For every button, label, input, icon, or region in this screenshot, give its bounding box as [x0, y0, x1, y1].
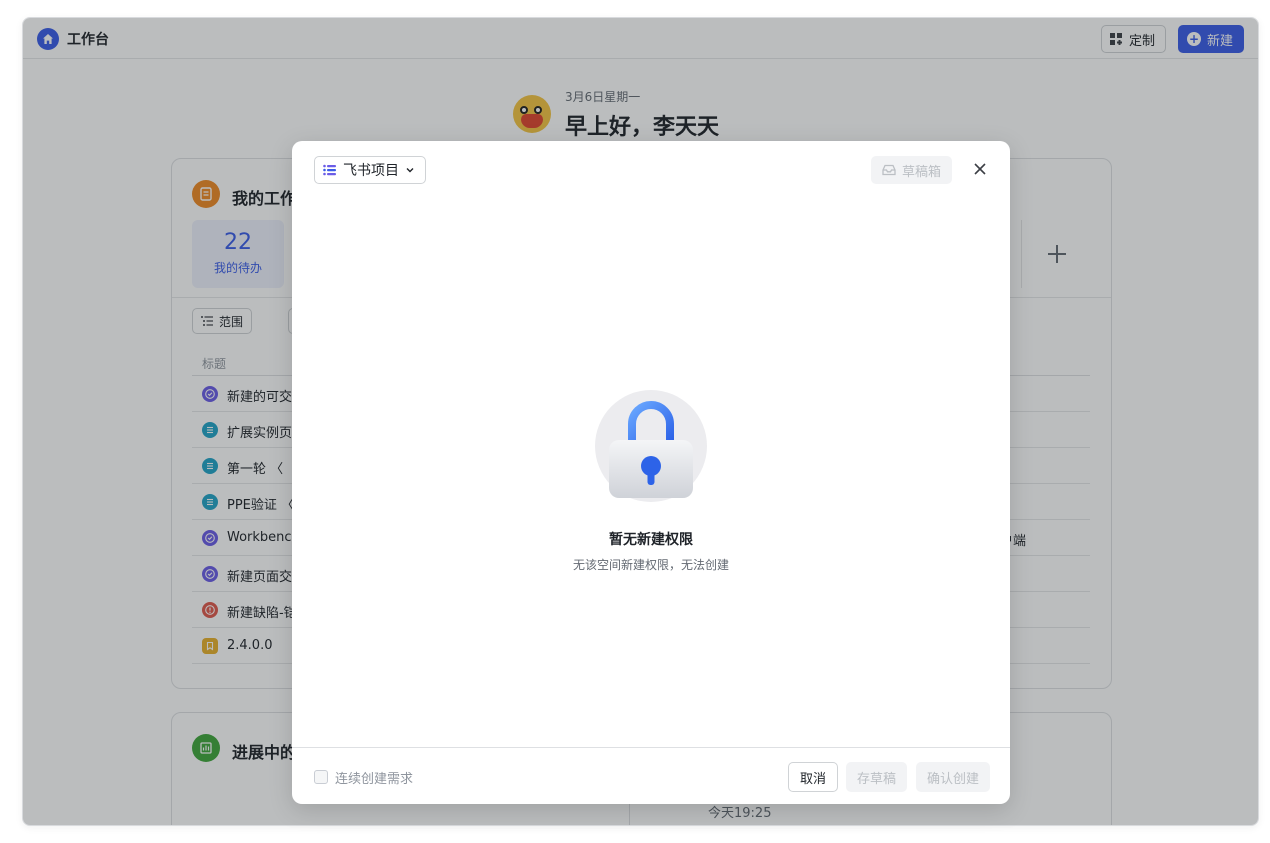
project-label: 飞书项目 [343, 163, 399, 179]
dialog-footer: 连续创建需求 取消 存草稿 确认创建 [292, 747, 1010, 804]
inbox-icon [882, 164, 896, 176]
save-draft-button[interactable]: 存草稿 [846, 762, 908, 792]
close-icon[interactable] [970, 159, 990, 179]
create-dialog: 飞书项目 草稿箱 暂无新建权限 无该空间新建权限，无法创建 连续创建需求 取消 … [292, 141, 1010, 804]
project-select[interactable]: 飞书项目 [314, 156, 426, 184]
continuous-create-checkbox[interactable] [314, 770, 328, 784]
chevron-down-icon [406, 168, 414, 173]
lock-icon [595, 390, 707, 502]
draft-box-button[interactable]: 草稿箱 [871, 156, 953, 184]
draft-box-label: 草稿箱 [902, 164, 942, 180]
project-icon [323, 164, 336, 176]
empty-state-description: 无该空间新建权限，无法创建 [572, 558, 729, 572]
empty-state-title: 暂无新建权限 [609, 532, 693, 548]
confirm-create-button[interactable]: 确认创建 [916, 762, 991, 792]
continuous-create-label: 连续创建需求 [335, 772, 414, 787]
cancel-button[interactable]: 取消 [788, 762, 839, 792]
